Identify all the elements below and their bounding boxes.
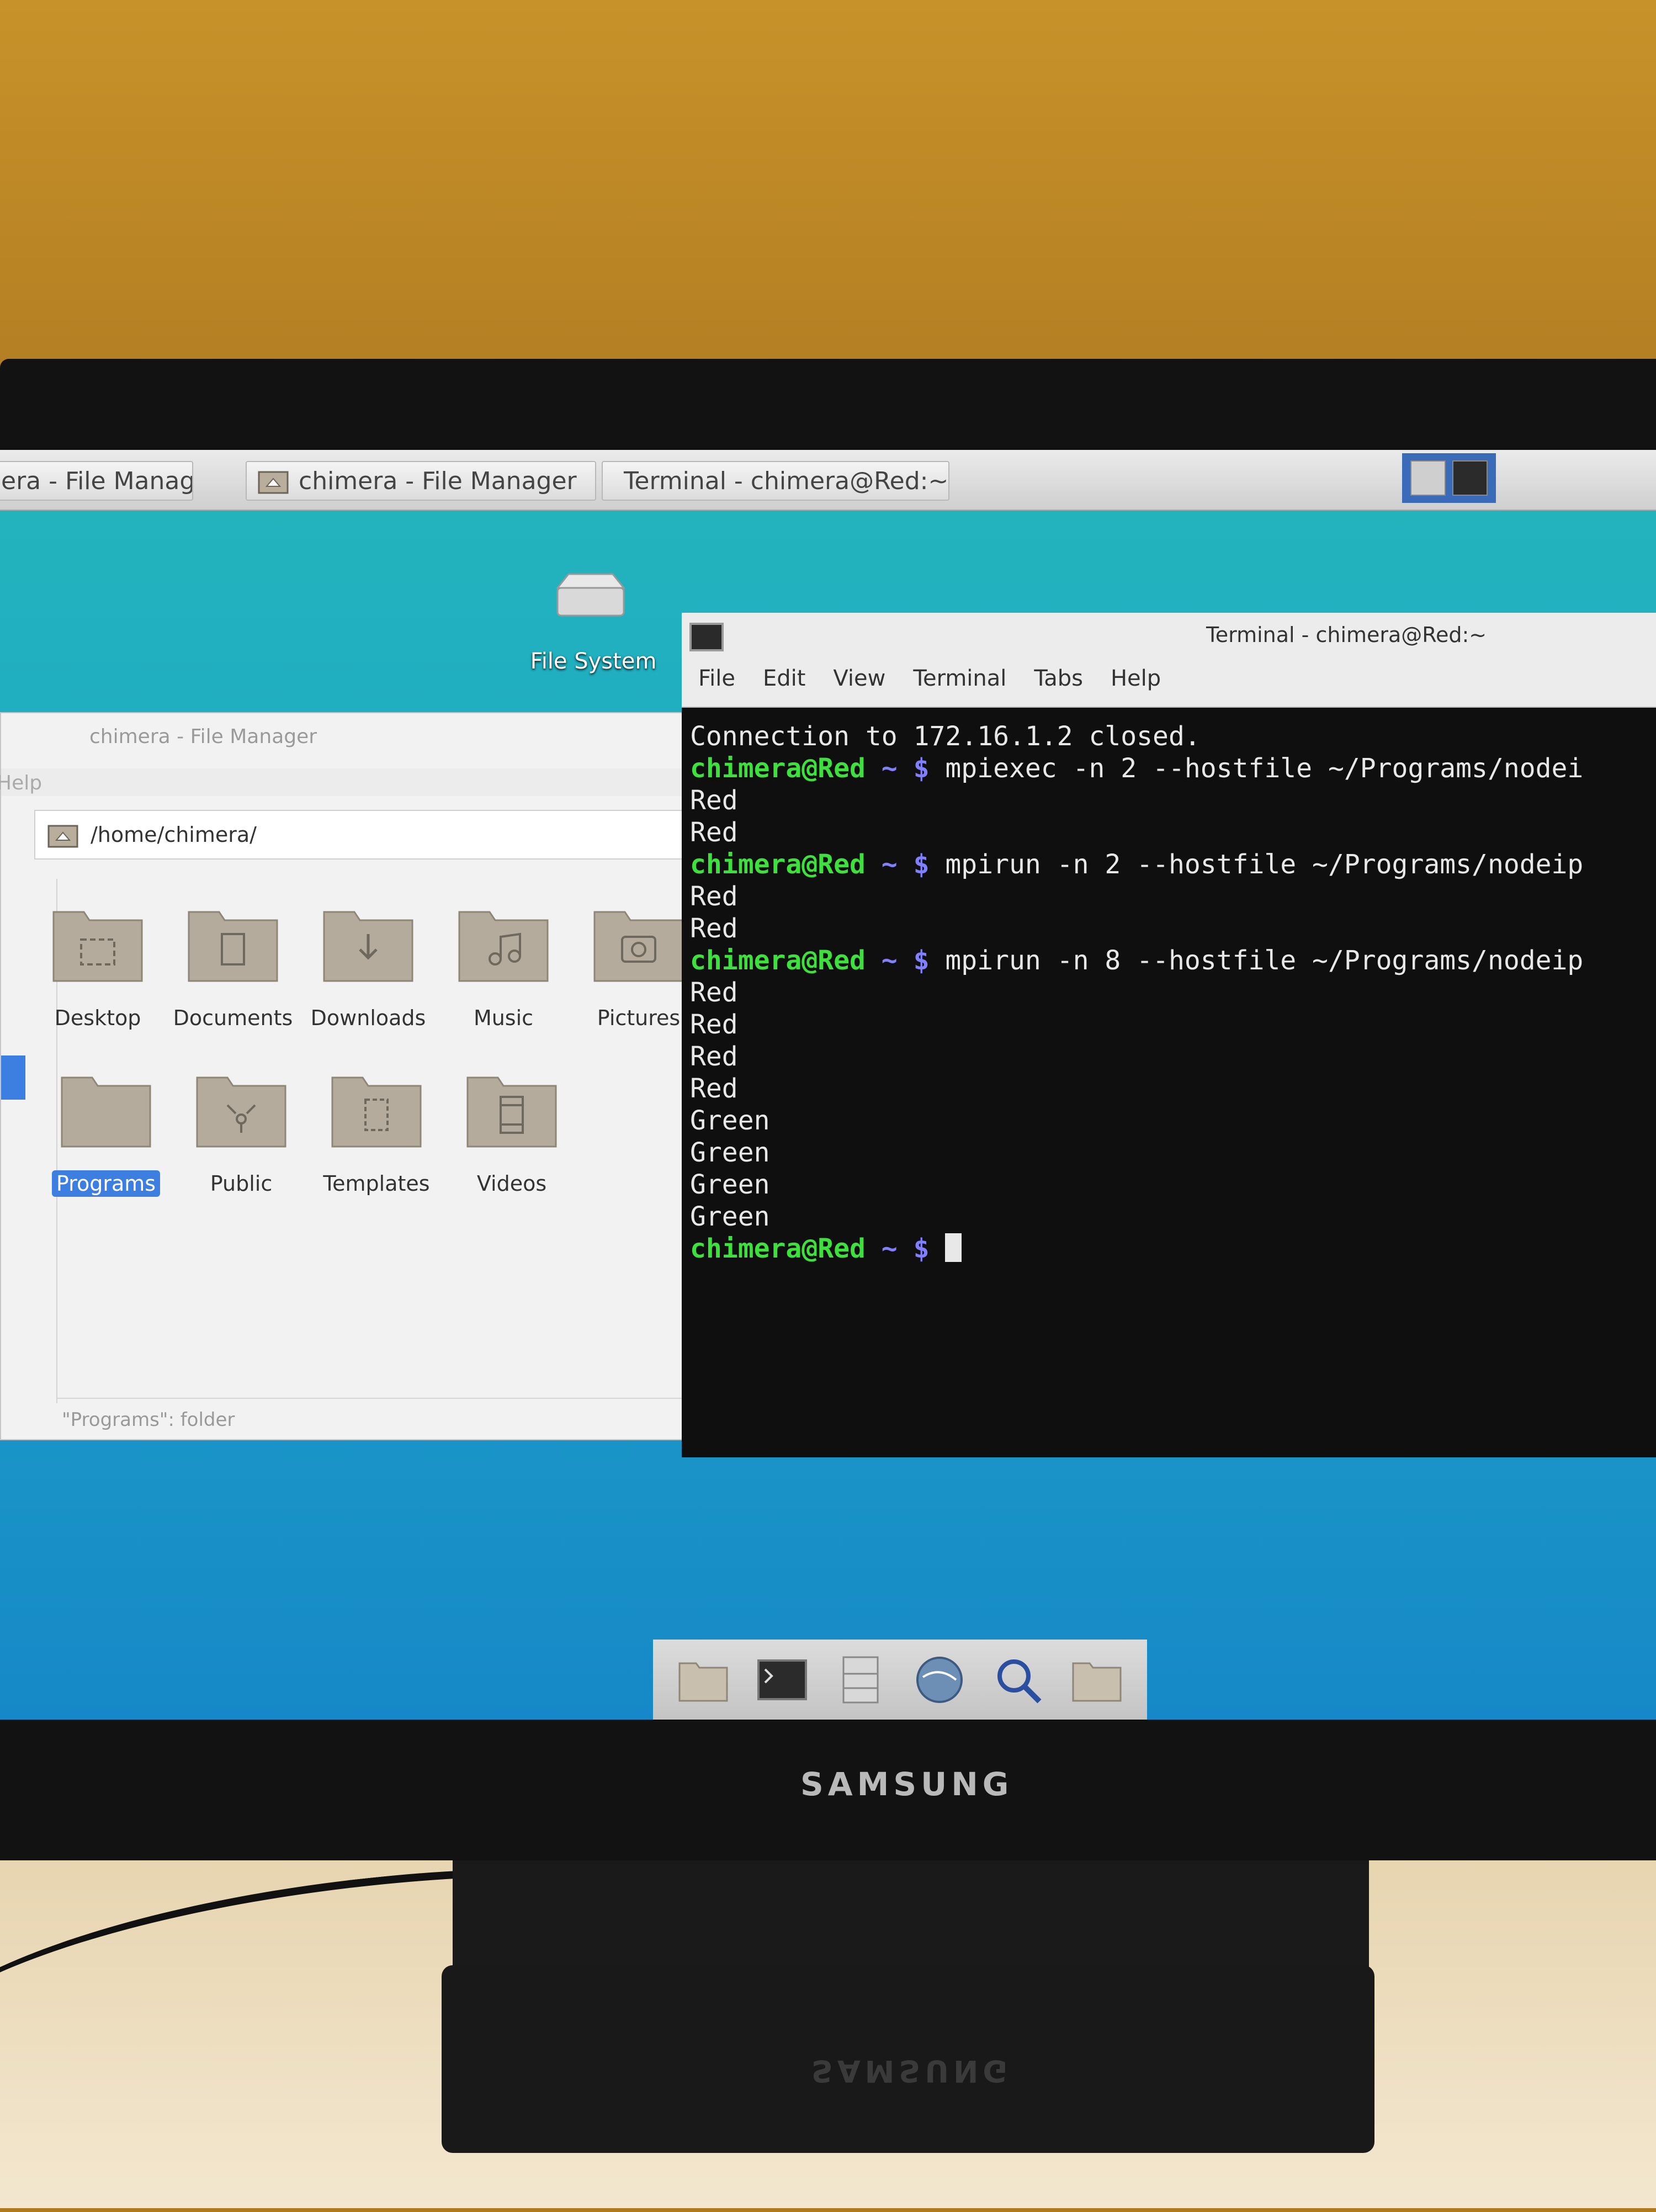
terminal-line: Green [690,1169,770,1200]
terminal-line: Connection to 172.16.1.2 closed. [690,721,1201,752]
folder-label-selected: Programs [29,1170,183,1197]
folder-item-programs[interactable]: Programs [51,1067,161,1210]
folder-icon[interactable] [676,1652,731,1707]
menu-terminal[interactable]: Terminal [913,666,1006,691]
folder-label: Music [473,1006,534,1030]
menu-view[interactable]: View [833,666,885,691]
prompt-user: chimera@Red [690,753,866,784]
location-path: /home/chimera/ [91,823,257,847]
terminal-line: Red [690,913,738,944]
terminal-line: Green [690,1137,770,1168]
prompt-symbol: ~ $ [865,945,946,976]
terminal-line: chimera@Red ~ $ mpiexec -n 2 --hostfile … [690,752,1656,784]
status-text: "Programs": folder [62,1409,235,1431]
task-button-file-manager-1[interactable]: era - File Manager] [0,461,193,501]
menu-tabs[interactable]: Tabs [1034,666,1083,691]
prompt-user: chimera@Red [690,1233,866,1264]
task-label: era - File Manager] [1,466,192,495]
task-button-file-manager-2[interactable]: chimera - File Manager [246,461,596,501]
task-button-terminal[interactable]: Terminal - chimera@Red:~ [602,461,949,501]
folder-item-desktop[interactable]: Desktop [43,901,153,1044]
terminal-line: chimera@Red ~ $ [690,1233,1656,1265]
folder-icon[interactable] [1069,1652,1124,1707]
terminal-icon[interactable] [1452,460,1488,496]
drive-icon[interactable] [552,571,629,627]
prompt-symbol: ~ $ [865,1233,946,1264]
task-label: Terminal - chimera@Red:~ [624,466,949,495]
wall-background [0,0,1656,386]
file-system-label[interactable]: File System [513,649,673,674]
terminal-icon [689,623,724,651]
folder-home-icon [258,471,289,494]
terminal-line: Red [690,817,738,848]
command-text: mpiexec -n 2 --hostfile ~/Programs/nodei [945,753,1584,784]
window-title: Terminal - chimera@Red:~ [1206,623,1487,647]
text-cursor [945,1233,962,1262]
prompt-user: chimera@Red [690,849,866,880]
folder-item-pictures[interactable]: Pictures [583,901,694,1044]
terminal-line: chimera@Red ~ $ mpirun -n 2 --hostfile ~… [690,848,1656,880]
command-text: mpirun -n 2 --hostfile ~/Programs/nodeip [945,849,1584,880]
terminal-line: Red [690,1009,738,1040]
folder-item-public[interactable]: Public [186,1067,296,1210]
monitor-brand: SAMSUNG [800,1765,1013,1803]
downloads-folder-icon [323,911,413,982]
pictures-folder-icon [593,911,684,982]
web-browser-icon[interactable] [912,1652,967,1707]
file-cabinet-icon[interactable] [833,1652,888,1707]
folder-label: Downloads [310,1006,426,1030]
terminal-line: Red [690,1073,738,1104]
desktop-folder-icon [52,911,143,982]
window-title: chimera - File Manager [89,725,317,748]
folder-icon[interactable] [1410,460,1446,496]
menu-help[interactable]: Help [1111,666,1161,691]
folder-item-documents[interactable]: Documents [173,901,293,1044]
folder-item-music[interactable]: Music [448,901,559,1044]
base-brand-reflection: SAMSUNG [811,2054,1012,2088]
terminal-line: chimera@Red ~ $ mpirun -n 8 --hostfile ~… [690,945,1656,977]
terminal-window: Terminal - chimera@Red:~ File Edit View … [682,613,1656,1457]
system-tray [1402,453,1496,503]
menu-bar: File Edit View Terminal Tabs Help [698,666,1161,691]
terminal-titlebar: Terminal - chimera@Red:~ File Edit View … [682,613,1656,708]
public-folder-icon [196,1076,286,1148]
prompt-symbol: ~ $ [865,753,946,784]
folder-label: Public [210,1171,273,1196]
templates-folder-icon [331,1076,422,1148]
command-text: mpirun -n 8 --hostfile ~/Programs/nodeip [945,945,1584,976]
menu-file[interactable]: File [698,666,735,691]
prompt-symbol: ~ $ [865,849,946,880]
folder-item-downloads[interactable]: Downloads [311,901,426,1044]
dock [653,1640,1147,1720]
folder-item-videos[interactable]: Videos [457,1067,567,1210]
menu-edit[interactable]: Edit [763,666,805,691]
terminal-line: Green [690,1201,770,1232]
terminal-line: Red [690,785,738,816]
sidebar-selected-item[interactable] [1,1055,25,1100]
selected-label-text: Programs [51,1170,161,1197]
desktop-screen: era - File Manager] chimera - File Manag… [0,450,1656,1720]
search-icon[interactable] [990,1652,1045,1707]
folder-item-templates[interactable]: Templates [321,1067,432,1210]
terminal-line: Red [690,977,738,1008]
videos-folder-icon [466,1076,557,1148]
folder-label: Videos [476,1171,547,1196]
terminal-output[interactable]: Connection to 172.16.1.2 closed. chimera@… [690,720,1656,1265]
task-label: chimera - File Manager [299,466,577,495]
folder-label: Desktop [54,1006,141,1030]
prompt-user: chimera@Red [690,945,866,976]
music-folder-icon [458,911,549,982]
terminal-line: Red [690,881,738,912]
folder-home-icon [47,825,78,848]
folder-icon [61,1076,151,1148]
folder-label: Documents [173,1006,293,1030]
taskbar: era - File Manager] chimera - File Manag… [0,450,1656,511]
terminal-line: Green [690,1105,770,1136]
documents-folder-icon [188,911,278,982]
menu-help[interactable]: Help [0,772,42,794]
terminal-line: Red [690,1041,738,1072]
terminal-icon[interactable] [755,1652,810,1707]
folder-label: Templates [323,1171,430,1196]
